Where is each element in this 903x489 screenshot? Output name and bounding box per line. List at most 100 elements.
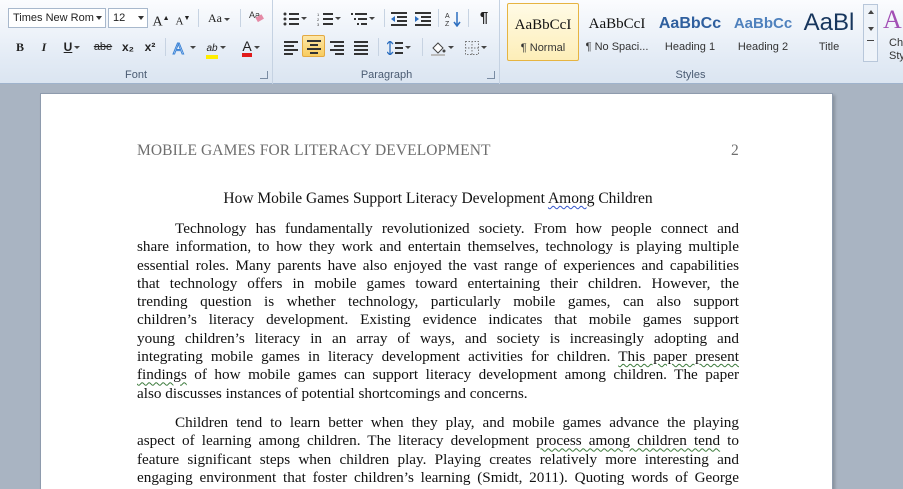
style-sample: AaBbCcI (588, 16, 646, 32)
svg-text:Z: Z (445, 21, 450, 27)
text-line: essential roles. Many parents have also … (137, 256, 739, 274)
font-family-value: Times New Rom (13, 12, 94, 24)
underline-button[interactable]: U (57, 36, 87, 58)
paragraph-group-label: Paragraph (360, 69, 413, 81)
paragraph-1: Technology has fundamentally revolutioni… (137, 220, 739, 403)
decrease-indent-button[interactable] (388, 7, 410, 29)
text-effects-icon: A (173, 40, 185, 58)
text-effects-button[interactable]: A (170, 36, 198, 58)
text-line: children’s literacy development. Existin… (137, 311, 739, 329)
style-heading-1[interactable]: AaBbCc Heading 1 (654, 3, 726, 61)
justify-icon (354, 39, 368, 57)
multilevel-list-button[interactable] (348, 7, 378, 29)
paint-bucket-icon (431, 42, 446, 56)
center-button[interactable] (302, 35, 325, 57)
highlight-button[interactable]: ab (202, 36, 230, 59)
line-spacing-button[interactable] (384, 36, 414, 58)
svg-text:A: A (883, 5, 902, 32)
style-title[interactable]: AaBl Title (797, 3, 861, 61)
highlight-icon: ab (206, 42, 218, 59)
sort-icon: AZ (445, 11, 461, 28)
text-line: that technology offers in mobile games t… (137, 274, 739, 292)
grammar-flag: process among children tend (536, 432, 721, 450)
more-styles-icon[interactable] (867, 40, 874, 45)
style-sample: AaBbCc (733, 15, 793, 32)
italic-button[interactable]: I (34, 36, 54, 58)
change-case-button[interactable]: Aa (204, 7, 234, 29)
justify-button[interactable] (350, 36, 372, 58)
text-line: also discusses instances of potential sh… (137, 384, 528, 402)
sort-button[interactable]: AZ (442, 7, 464, 29)
font-color-button[interactable]: A (236, 36, 266, 58)
numbering-button[interactable]: 123 (314, 7, 344, 29)
clear-formatting-button[interactable]: Aa (246, 7, 266, 29)
text-line: share information, to how they work and … (137, 238, 739, 256)
text-line: integrating mobile games in literacy dev… (137, 348, 739, 366)
font-family-combo[interactable]: Times New Rom (8, 8, 106, 28)
font-group: Times New Rom 12 A▲ A▼ Aa Aa B I U abe x… (0, 0, 273, 84)
increase-indent-icon (415, 11, 431, 26)
change-styles-label-top: Ch (889, 37, 903, 49)
grammar-flag: This paper present (618, 348, 739, 366)
paragraph-group: 123 AZ ¶ Paragraph (274, 0, 500, 84)
svg-text:A: A (173, 41, 184, 57)
borders-button[interactable] (460, 36, 492, 58)
style-sample: AaBbCcI (514, 17, 572, 33)
font-color-icon: A (242, 39, 252, 57)
paragraph-dialog-launcher-icon[interactable] (487, 71, 495, 79)
font-size-combo[interactable]: 12 (108, 8, 148, 28)
multilevel-list-icon (351, 12, 367, 25)
ribbon: Times New Rom 12 A▲ A▼ Aa Aa B I U abe x… (0, 0, 903, 84)
bold-button[interactable]: B (10, 36, 30, 58)
change-styles-button[interactable]: A Ch Sty (880, 0, 903, 84)
borders-icon (465, 40, 479, 55)
shading-button[interactable] (426, 36, 458, 58)
grammar-flag: findings (137, 366, 187, 384)
style-sample: AaBl (803, 9, 855, 36)
styles-group-label: Styles (675, 69, 706, 81)
strikethrough-button[interactable]: abe (92, 36, 114, 58)
text-line: feature significant steps when children … (137, 450, 739, 468)
styles-gallery-scroll[interactable] (863, 4, 878, 62)
style-name: Heading 1 (664, 41, 716, 53)
document-page[interactable]: MOBILE GAMES FOR LITERACY DEVELOPMENT 2 … (40, 93, 833, 489)
text-line: Technology has fundamentally revolutioni… (175, 220, 739, 237)
shrink-font-button[interactable]: A▼ (174, 7, 192, 29)
clear-formatting-icon: Aa (249, 10, 264, 23)
font-size-value: 12 (113, 12, 126, 24)
chevron-down-icon[interactable] (867, 27, 874, 31)
running-header: MOBILE GAMES FOR LITERACY DEVELOPMENT (137, 142, 491, 159)
superscript-button[interactable]: x² (140, 36, 160, 58)
grow-font-icon: A (152, 14, 163, 30)
line-spacing-icon (386, 39, 403, 56)
style-no-spacing[interactable]: AaBbCcI ¶ No Spaci... (581, 3, 653, 61)
chevron-down-icon (96, 16, 102, 20)
show-formatting-button[interactable]: ¶ (474, 7, 494, 29)
change-case-icon: Aa (208, 11, 222, 25)
svg-text:A: A (445, 13, 450, 20)
align-left-icon (284, 39, 298, 57)
text-line: findings of how mobile games can support… (137, 366, 739, 384)
grammar-flag: Among (547, 190, 595, 207)
numbering-icon: 123 (317, 12, 333, 27)
text-line: aspect of learning among children. The l… (137, 432, 739, 450)
font-group-label: Font (124, 69, 147, 81)
page-number: 2 (731, 142, 739, 159)
increase-indent-button[interactable] (412, 7, 434, 29)
bullets-button[interactable] (280, 7, 310, 29)
align-right-button[interactable] (326, 36, 348, 58)
subscript-button[interactable]: x₂ (118, 36, 138, 58)
style-heading-2[interactable]: AaBbCc Heading 2 (727, 3, 799, 61)
svg-text:3: 3 (317, 22, 320, 26)
chevron-up-icon[interactable] (867, 10, 874, 14)
styles-gallery: AaBbCcI ¶ Normal AaBbCcI ¶ No Spaci... A… (507, 3, 861, 63)
align-left-button[interactable] (280, 36, 302, 58)
font-dialog-launcher-icon[interactable] (260, 71, 268, 79)
decrease-indent-icon (391, 11, 407, 26)
style-sample: AaBbCc (658, 15, 722, 32)
title-text-1: How Mobile Games Support Literacy Develo… (223, 190, 548, 207)
style-normal[interactable]: AaBbCcI ¶ Normal (507, 3, 579, 61)
grow-font-button[interactable]: A▲ (152, 7, 170, 30)
text-line: young children’s literacy in an array of… (137, 329, 739, 347)
style-name: ¶ Normal (520, 42, 566, 54)
